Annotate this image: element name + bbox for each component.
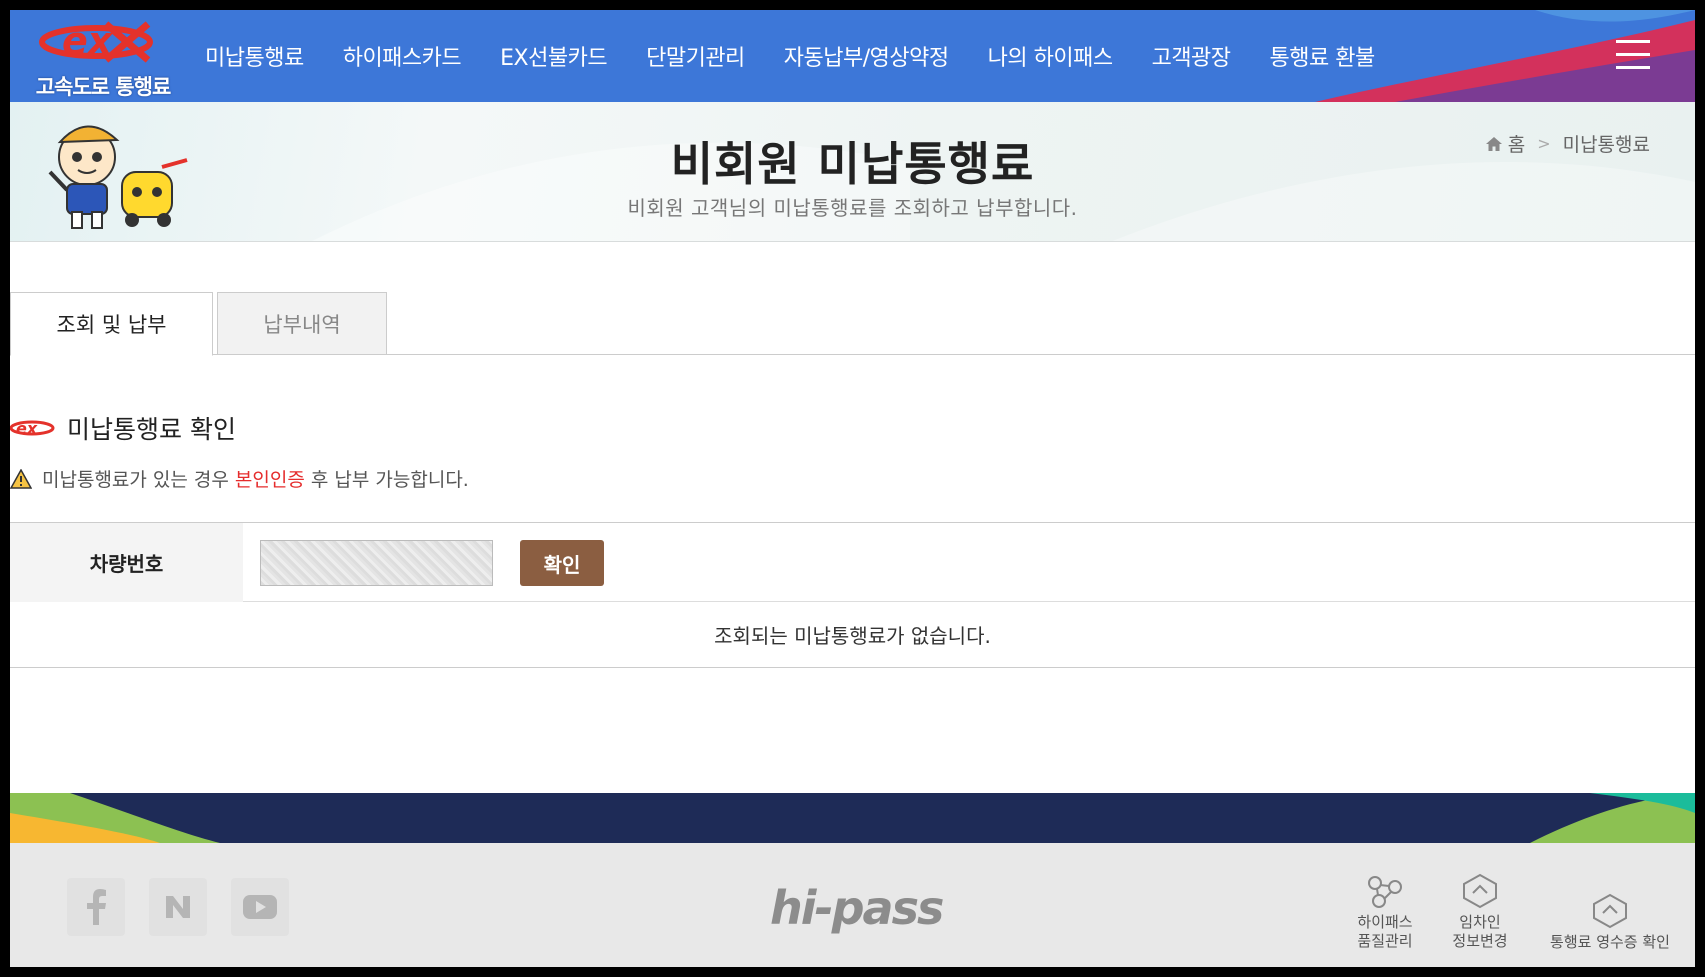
footer-link-line2: 품질관리 xyxy=(1357,932,1413,950)
browser-frame: ex 고속도로 통행료 미납통행료 하이패스카드 EX선불카드 단말기관리 자동… xyxy=(10,10,1695,967)
breadcrumb-current: 미납통행료 xyxy=(1562,134,1650,156)
page-subtitle: 비회원 고객님의 미납통행료를 조회하고 납부합니다. xyxy=(627,196,1078,220)
ex-mini-logo-icon: ex xyxy=(10,419,55,438)
footer-link-hipass-quality[interactable]: 하이패스 품질관리 xyxy=(1340,873,1430,951)
nav-item-toll-refund[interactable]: 통행료 환불 xyxy=(1270,40,1376,72)
vehicle-number-form-row: 차량번호 확인 xyxy=(10,522,1695,602)
nav-item-device-management[interactable]: 단말기관리 xyxy=(646,40,745,72)
section-title: 미납통행료 확인 xyxy=(67,415,236,444)
footer: hi-pass 하이패스 품질관리 임차인 정보변경 통행료 영수증 확인 xyxy=(10,843,1695,967)
footer-link-toll-receipt[interactable]: 통행료 영수증 확인 xyxy=(1540,893,1680,952)
svg-text:ex: ex xyxy=(16,419,38,438)
footer-band-swoosh xyxy=(10,793,1695,843)
home-icon[interactable] xyxy=(1485,136,1503,152)
exchange-icon xyxy=(1463,873,1497,909)
warning-text-suffix: 후 납부 가능합니다. xyxy=(304,469,469,491)
page-title: 비회원 미납통행료 xyxy=(670,137,1035,191)
youtube-icon[interactable] xyxy=(231,878,289,936)
ex-logo-icon: ex xyxy=(39,19,153,63)
lookup-result-message: 조회되는 미납통행료가 없습니다. xyxy=(10,602,1695,668)
nav-item-unpaid-toll[interactable]: 미납통행료 xyxy=(205,40,304,72)
top-navigation-bar: ex 고속도로 통행료 미납통행료 하이패스카드 EX선불카드 단말기관리 자동… xyxy=(10,10,1695,102)
breadcrumb-home[interactable]: 홈 xyxy=(1508,130,1525,157)
main-nav: 미납통행료 하이패스카드 EX선불카드 단말기관리 자동납부/영상약정 나의 하… xyxy=(205,10,1414,102)
footer-link-tenant-info-change[interactable]: 임차인 정보변경 xyxy=(1440,873,1520,951)
hipass-brand-logo: hi-pass xyxy=(770,881,944,935)
nav-item-auto-payment[interactable]: 자동납부/영상약정 xyxy=(784,40,949,72)
ex-logo[interactable]: ex 고속도로 통행료 xyxy=(18,16,188,100)
naver-blog-icon[interactable] xyxy=(149,878,207,936)
logo-text: 고속도로 통행료 xyxy=(35,75,172,99)
footer-decoration-band xyxy=(10,793,1695,843)
identity-verification-link: 본인인증 xyxy=(234,469,305,491)
warning-triangle-icon xyxy=(10,468,32,489)
tab-bar: 조회 및 납부 납부내역 xyxy=(10,292,1695,356)
warning-text-prefix: 미납통행료가 있는 경우 xyxy=(42,469,235,491)
tab-payment-history[interactable]: 납부내역 xyxy=(217,292,387,355)
nav-item-ex-prepaid-card[interactable]: EX선불카드 xyxy=(500,40,607,72)
footer-link-line1: 하이패스 xyxy=(1357,913,1413,931)
nav-item-hipass-card[interactable]: 하이패스카드 xyxy=(343,40,462,72)
hamburger-menu-icon[interactable] xyxy=(1616,40,1650,70)
footer-link-line2: 정보변경 xyxy=(1452,932,1508,950)
breadcrumb: 홈 > 미납통행료 xyxy=(1485,130,1650,157)
vehicle-number-label: 차량번호 xyxy=(10,523,243,602)
page-title-band: 비회원 미납통행료 비회원 고객님의 미납통행료를 조회하고 납부합니다. 홈 … xyxy=(10,102,1695,242)
section-heading: ex 미납통행료 확인 xyxy=(10,410,236,446)
receipt-icon xyxy=(1593,893,1627,929)
tab-lookup-and-pay[interactable]: 조회 및 납부 xyxy=(10,292,213,356)
confirm-button[interactable]: 확인 xyxy=(520,540,604,586)
nav-item-my-hipass[interactable]: 나의 하이패스 xyxy=(988,40,1113,72)
nav-item-customer-plaza[interactable]: 고객광장 xyxy=(1152,40,1231,72)
chevron-right-icon: > xyxy=(1537,134,1551,153)
vehicle-number-input[interactable] xyxy=(260,540,493,586)
warning-notice: 미납통행료가 있는 경우 본인인증 후 납부 가능합니다. xyxy=(10,465,469,492)
facebook-icon[interactable] xyxy=(67,878,125,936)
molecule-icon xyxy=(1368,876,1402,908)
footer-link-line1: 임차인 xyxy=(1459,913,1501,931)
footer-link-line1: 통행료 영수증 확인 xyxy=(1550,933,1670,951)
